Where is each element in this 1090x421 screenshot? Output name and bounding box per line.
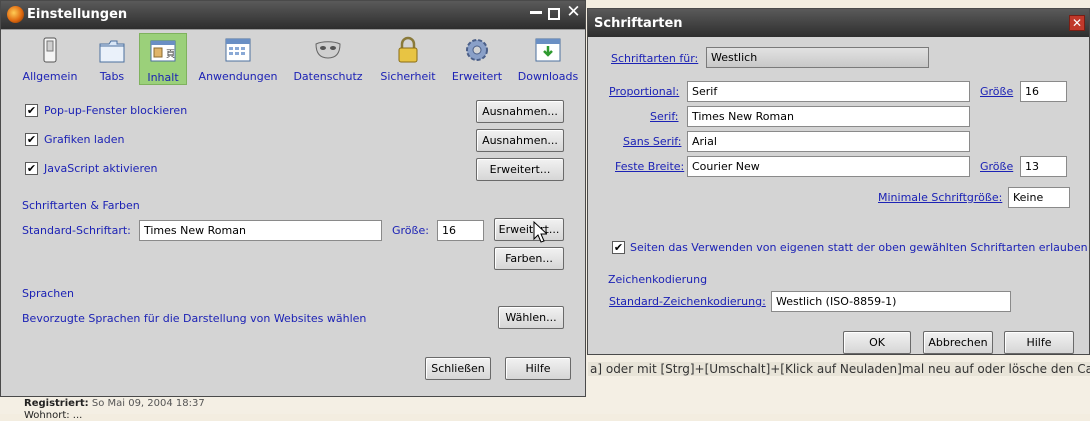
allow-fonts-label: Seiten das Verwenden von eigenen statt d…	[630, 241, 1088, 254]
tab-tabs[interactable]: Tabs	[89, 33, 135, 85]
help-button[interactable]: Hilfe	[505, 357, 571, 380]
ok-button[interactable]: OK	[843, 331, 911, 354]
fonts-body: Schriftarten für: Westlich Proportional:…	[588, 37, 1089, 354]
tab-allgemein[interactable]: Allgemein	[19, 33, 81, 85]
sans-serif-label: Sans Serif:	[623, 135, 682, 148]
proportional-size-select[interactable]: 16	[1020, 81, 1067, 102]
encoding-label: Standard-Zeichenkodierung:	[609, 295, 766, 308]
close-icon[interactable]: ✕	[1069, 15, 1085, 31]
default-font-label: Standard-Schriftart:	[22, 224, 131, 237]
download-icon	[535, 38, 561, 62]
firefox-icon	[7, 6, 24, 23]
size-label: Größe:	[392, 224, 429, 237]
close-button[interactable]: Schließen	[425, 357, 491, 380]
background-cut-text: Wohnort: ...	[24, 410, 83, 421]
javascript-label: JavaScript aktivieren	[44, 162, 158, 175]
popup-checkbox[interactable]: ✔	[25, 104, 38, 117]
fonts-colors-heading: Schriftarten & Farben	[22, 199, 140, 212]
mouse-cursor-icon	[533, 221, 547, 243]
images-label: Grafiken laden	[44, 133, 125, 146]
monospace-size-select[interactable]: 13	[1020, 156, 1067, 177]
registered-value: So Mai 09, 2004 18:37	[91, 398, 205, 409]
svg-text:頁: 頁	[166, 49, 175, 60]
popup-label: Pop-up-Fenster blockieren	[44, 104, 188, 117]
colors-button[interactable]: Farben...	[494, 247, 564, 270]
gear-icon	[466, 39, 488, 61]
tab-label: Inhalt	[147, 71, 179, 84]
monospace-select[interactable]: Courier New	[687, 156, 970, 177]
languages-heading: Sprachen	[22, 287, 74, 300]
settings-titlebar[interactable]: Einstellungen ✕	[1, 1, 585, 29]
encoding-heading: Zeichenkodierung	[608, 273, 708, 286]
default-font-select[interactable]: Times New Roman	[139, 220, 382, 241]
background-registered: Registriert: So Mai 09, 2004 18:37	[24, 398, 205, 409]
tab-label: Anwendungen	[198, 70, 278, 83]
cancel-button[interactable]: Abbrechen	[923, 331, 993, 354]
tab-label: Sicherheit	[380, 70, 436, 83]
fonts-window: Schriftarten ✕ Schriftarten für: Westlic…	[587, 8, 1090, 355]
size-select[interactable]: 16	[437, 220, 484, 241]
popup-exceptions-button[interactable]: Ausnahmen...	[476, 100, 564, 123]
allow-fonts-checkbox[interactable]: ✔	[612, 241, 625, 254]
tab-label: Datenschutz	[293, 70, 363, 83]
tab-anwendungen[interactable]: Anwendungen	[195, 33, 281, 85]
monospace-size-label: Größe	[980, 160, 1014, 173]
help-button[interactable]: Hilfe	[1004, 331, 1074, 354]
serif-select[interactable]: Times New Roman	[687, 106, 970, 127]
javascript-checkbox[interactable]: ✔	[25, 162, 38, 175]
tab-label: Allgemein	[22, 70, 78, 83]
minimize-icon[interactable]	[530, 11, 542, 14]
tab-sicherheit[interactable]: Sicherheit	[377, 33, 439, 85]
tabs-icon	[99, 40, 125, 63]
fonts-for-label: Schriftarten für:	[611, 52, 699, 65]
proportional-label: Proportional:	[609, 85, 680, 98]
switch-icon	[43, 37, 57, 63]
proportional-size-label: Größe	[980, 85, 1014, 98]
proportional-select[interactable]: Serif	[687, 81, 970, 102]
registered-label: Registriert:	[24, 398, 89, 409]
lock-icon	[398, 36, 418, 63]
settings-title: Einstellungen	[27, 7, 128, 22]
encoding-select[interactable]: Westlich (ISO-8859-1)	[771, 291, 1011, 312]
tab-inhalt[interactable]: 頁 Inhalt	[139, 33, 187, 85]
tab-label: Downloads	[517, 70, 579, 83]
monospace-label: Feste Breite:	[615, 160, 685, 173]
tab-label: Erweitert	[451, 70, 503, 83]
mask-icon	[315, 41, 341, 59]
settings-body: Allgemein Tabs 頁 Inhalt Anwendungen Date…	[1, 29, 585, 396]
sans-serif-select[interactable]: Arial	[687, 131, 970, 152]
content-icon: 頁	[150, 40, 176, 62]
serif-label: Serif:	[650, 110, 679, 123]
fonts-title: Schriftarten	[594, 16, 683, 31]
close-icon[interactable]: ✕	[566, 4, 581, 21]
fonts-titlebar[interactable]: Schriftarten ✕	[588, 9, 1089, 37]
javascript-advanced-button[interactable]: Erweitert...	[476, 158, 564, 181]
settings-window: Einstellungen ✕ Allgemein Tabs 頁 Inhalt …	[0, 0, 586, 397]
tab-label: Tabs	[99, 70, 125, 83]
images-exceptions-button[interactable]: Ausnahmen...	[476, 129, 564, 152]
applications-icon	[225, 38, 251, 62]
tab-datenschutz[interactable]: Datenschutz	[291, 33, 365, 85]
languages-text: Bevorzugte Sprachen für die Darstellung …	[22, 312, 367, 325]
choose-languages-button[interactable]: Wählen...	[498, 306, 564, 329]
settings-tab-bar: Allgemein Tabs 頁 Inhalt Anwendungen Date…	[1, 30, 585, 90]
min-size-select[interactable]: Keine	[1008, 187, 1070, 208]
fonts-for-select[interactable]: Westlich	[706, 47, 929, 68]
background-text-line: a] oder mit [Strg]+[Umschalt]+[Klick auf…	[588, 362, 1090, 376]
fonts-advanced-button[interactable]: Erweitert...	[494, 218, 564, 241]
min-size-label: Minimale Schriftgröße:	[878, 191, 1003, 204]
images-checkbox[interactable]: ✔	[25, 133, 38, 146]
tab-downloads[interactable]: Downloads	[515, 33, 581, 85]
tab-erweitert[interactable]: Erweitert	[447, 33, 507, 85]
maximize-icon[interactable]	[548, 8, 560, 20]
